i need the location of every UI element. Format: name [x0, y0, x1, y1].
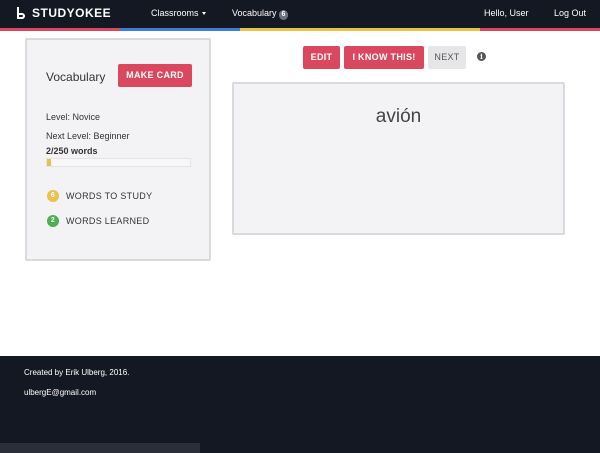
flashcard-word: avión [375, 106, 422, 127]
make-card-button[interactable]: MAKE CARD [118, 64, 192, 87]
flashcard[interactable]: avión [232, 82, 565, 235]
words-learned-label: WORDS LEARNED [66, 216, 150, 226]
brand-name: STUDYOKEE [32, 6, 112, 20]
word-progress-text: 2/250 words [46, 146, 98, 156]
stripe-segment [0, 28, 120, 31]
vocabulary-panel: Vocabulary MAKE CARD Level: Novice Next … [25, 38, 211, 261]
next-level: Next Level: Beginner [46, 131, 130, 141]
current-level: Level: Novice [46, 112, 101, 122]
words-to-study-link[interactable]: 6 WORDS TO STUDY [47, 190, 152, 202]
logout-link[interactable]: Log Out [554, 8, 586, 18]
edit-button[interactable]: EDIT [303, 46, 340, 69]
nav-classrooms-dropdown[interactable]: Classrooms [151, 8, 206, 18]
nav-classrooms-label: Classrooms [151, 8, 199, 18]
stripe-segment [480, 28, 600, 31]
brand-icon [16, 7, 26, 19]
words-learned-count: 2 [47, 215, 59, 227]
footer-credit: Created by Erik Ulberg, 2016. [24, 368, 130, 377]
progress-fill [47, 159, 51, 166]
words-to-study-count: 6 [47, 190, 59, 202]
stripe-segment [240, 28, 360, 31]
nav-vocabulary-label: Vocabulary [232, 8, 277, 18]
footer-email[interactable]: ulbergE@gmail.com [24, 388, 96, 397]
nav-vocabulary[interactable]: Vocabulary 6 [232, 8, 289, 20]
i-know-this-button[interactable]: I KNOW THIS! [344, 46, 424, 69]
info-icon[interactable]: i [477, 52, 486, 61]
stripe-segment [120, 28, 240, 31]
vocabulary-count-badge: 6 [278, 10, 289, 20]
stripe-segment [360, 28, 480, 31]
level-progress-bar [46, 158, 191, 167]
panel-title: Vocabulary [46, 70, 106, 84]
footer-scrollbar [0, 443, 200, 453]
caret-down-icon [201, 12, 206, 16]
words-to-study-label: WORDS TO STUDY [66, 191, 153, 201]
words-learned-link[interactable]: 2 WORDS LEARNED [47, 215, 149, 227]
nav-user-greeting[interactable]: Hello, User [484, 8, 529, 18]
brand-logo[interactable]: STUDYOKEE [16, 6, 111, 20]
navbar: STUDYOKEE Classrooms Vocabulary 6 Hello, … [0, 0, 600, 28]
color-stripe [0, 28, 600, 31]
footer: Created by Erik Ulberg, 2016. ulbergE@gm… [0, 356, 600, 453]
next-button[interactable]: NEXT [428, 46, 466, 69]
